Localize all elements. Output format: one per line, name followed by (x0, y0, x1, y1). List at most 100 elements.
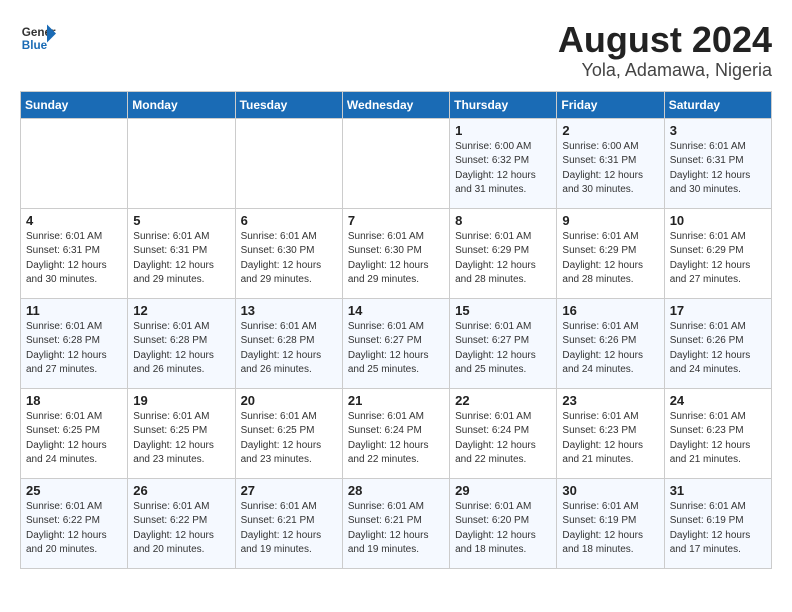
weekday-header-monday: Monday (128, 91, 235, 118)
day-info: Sunrise: 6:01 AM Sunset: 6:31 PM Dayligh… (133, 230, 229, 288)
calendar-cell: 23Sunrise: 6:01 AM Sunset: 6:23 PM Dayli… (557, 388, 664, 478)
calendar-cell: 24 Sunrise: 6:01 AM Sunset: 6:23 PM Dayli… (664, 388, 771, 478)
calendar-cell: 29 Sunrise: 6:01 AM Sunset: 6:20 PM Dayli… (450, 478, 557, 568)
calendar-cell: 25 Sunrise: 6:01 AM Sunset: 6:22 PM Dayli… (21, 478, 128, 568)
day-info: Sunrise: 6:01 AM Sunset: 6:21 PM Dayligh… (241, 500, 337, 558)
calendar-cell: 20 Sunrise: 6:01 AM Sunset: 6:25 PM Dayli… (235, 388, 342, 478)
calendar-week-2: 4Sunrise: 6:01 AM Sunset: 6:31 PM Daylig… (21, 208, 772, 298)
page-title: August 2024 (558, 20, 772, 60)
day-number: 19 (133, 393, 229, 408)
calendar-cell: 1 Sunrise: 6:00 AM Sunset: 6:32 PM Daylig… (450, 118, 557, 208)
day-number: 13 (241, 303, 337, 318)
day-number: 11 (26, 303, 122, 318)
page-header: General Blue August 2024 Yola, Adamawa, … (20, 20, 772, 81)
calendar-cell: 2Sunrise: 6:00 AM Sunset: 6:31 PM Daylig… (557, 118, 664, 208)
weekday-header-row: SundayMondayTuesdayWednesdayThursdayFrid… (21, 91, 772, 118)
weekday-header-thursday: Thursday (450, 91, 557, 118)
day-info: Sunrise: 6:01 AM Sunset: 6:25 PM Dayligh… (241, 410, 337, 468)
day-info: Sunrise: 6:01 AM Sunset: 6:30 PM Dayligh… (348, 230, 444, 288)
calendar-cell: 28 Sunrise: 6:01 AM Sunset: 6:21 PM Dayli… (342, 478, 449, 568)
day-number: 3 (670, 123, 766, 138)
day-number: 2 (562, 123, 658, 138)
day-number: 25 (26, 483, 122, 498)
logo: General Blue (20, 20, 56, 56)
calendar-cell: 19 Sunrise: 6:01 AM Sunset: 6:25 PM Dayli… (128, 388, 235, 478)
calendar-cell: 21 Sunrise: 6:01 AM Sunset: 6:24 PM Dayli… (342, 388, 449, 478)
day-number: 24 (670, 393, 766, 408)
weekday-header-friday: Friday (557, 91, 664, 118)
day-info: Sunrise: 6:01 AM Sunset: 6:27 PM Dayligh… (348, 320, 444, 378)
day-info: Sunrise: 6:01 AM Sunset: 6:29 PM Dayligh… (455, 230, 551, 288)
calendar-cell: 4Sunrise: 6:01 AM Sunset: 6:31 PM Daylig… (21, 208, 128, 298)
day-number: 12 (133, 303, 229, 318)
day-number: 26 (133, 483, 229, 498)
day-number: 21 (348, 393, 444, 408)
day-number: 10 (670, 213, 766, 228)
day-number: 15 (455, 303, 551, 318)
calendar-cell (235, 118, 342, 208)
calendar-cell: 3Sunrise: 6:01 AM Sunset: 6:31 PM Daylig… (664, 118, 771, 208)
calendar-cell: 9 Sunrise: 6:01 AM Sunset: 6:29 PM Daylig… (557, 208, 664, 298)
day-number: 1 (455, 123, 551, 138)
day-number: 6 (241, 213, 337, 228)
day-number: 30 (562, 483, 658, 498)
day-number: 5 (133, 213, 229, 228)
day-info: Sunrise: 6:01 AM Sunset: 6:21 PM Dayligh… (348, 500, 444, 558)
day-info: Sunrise: 6:01 AM Sunset: 6:28 PM Dayligh… (241, 320, 337, 378)
calendar-cell: 12 Sunrise: 6:01 AM Sunset: 6:28 PM Dayli… (128, 298, 235, 388)
day-info: Sunrise: 6:01 AM Sunset: 6:31 PM Dayligh… (26, 230, 122, 288)
calendar-cell: 7 Sunrise: 6:01 AM Sunset: 6:30 PM Daylig… (342, 208, 449, 298)
calendar-cell (342, 118, 449, 208)
calendar-table: SundayMondayTuesdayWednesdayThursdayFrid… (20, 91, 772, 569)
day-info: Sunrise: 6:01 AM Sunset: 6:23 PM Dayligh… (670, 410, 766, 468)
calendar-cell: 15Sunrise: 6:01 AM Sunset: 6:27 PM Dayli… (450, 298, 557, 388)
day-info: Sunrise: 6:01 AM Sunset: 6:20 PM Dayligh… (455, 500, 551, 558)
weekday-header-wednesday: Wednesday (342, 91, 449, 118)
day-number: 8 (455, 213, 551, 228)
day-info: Sunrise: 6:01 AM Sunset: 6:29 PM Dayligh… (562, 230, 658, 288)
calendar-cell: 26Sunrise: 6:01 AM Sunset: 6:22 PM Dayli… (128, 478, 235, 568)
svg-text:Blue: Blue (22, 39, 48, 52)
day-info: Sunrise: 6:01 AM Sunset: 6:22 PM Dayligh… (26, 500, 122, 558)
calendar-cell: 18Sunrise: 6:01 AM Sunset: 6:25 PM Dayli… (21, 388, 128, 478)
weekday-header-saturday: Saturday (664, 91, 771, 118)
calendar-cell: 30 Sunrise: 6:01 AM Sunset: 6:19 PM Dayli… (557, 478, 664, 568)
day-number: 7 (348, 213, 444, 228)
calendar-body: 1 Sunrise: 6:00 AM Sunset: 6:32 PM Daylig… (21, 118, 772, 568)
day-number: 9 (562, 213, 658, 228)
calendar-cell: 6Sunrise: 6:01 AM Sunset: 6:30 PM Daylig… (235, 208, 342, 298)
calendar-cell (21, 118, 128, 208)
weekday-header-sunday: Sunday (21, 91, 128, 118)
logo-icon: General Blue (20, 20, 56, 56)
day-number: 28 (348, 483, 444, 498)
calendar-cell: 10Sunrise: 6:01 AM Sunset: 6:29 PM Dayli… (664, 208, 771, 298)
day-info: Sunrise: 6:01 AM Sunset: 6:26 PM Dayligh… (562, 320, 658, 378)
day-number: 23 (562, 393, 658, 408)
day-info: Sunrise: 6:01 AM Sunset: 6:19 PM Dayligh… (670, 500, 766, 558)
day-info: Sunrise: 6:01 AM Sunset: 6:24 PM Dayligh… (348, 410, 444, 468)
calendar-cell: 11Sunrise: 6:01 AM Sunset: 6:28 PM Dayli… (21, 298, 128, 388)
day-info: Sunrise: 6:01 AM Sunset: 6:28 PM Dayligh… (133, 320, 229, 378)
calendar-cell: 13 Sunrise: 6:01 AM Sunset: 6:28 PM Dayli… (235, 298, 342, 388)
day-number: 20 (241, 393, 337, 408)
day-info: Sunrise: 6:00 AM Sunset: 6:32 PM Dayligh… (455, 140, 551, 198)
day-number: 16 (562, 303, 658, 318)
calendar-cell: 27 Sunrise: 6:01 AM Sunset: 6:21 PM Dayli… (235, 478, 342, 568)
day-number: 27 (241, 483, 337, 498)
calendar-week-3: 11 Sunrise: 6:01 AM Sunset: 6:28 PM Dayli… (21, 298, 772, 388)
day-number: 17 (670, 303, 766, 318)
calendar-cell (128, 118, 235, 208)
title-block: August 2024 Yola, Adamawa, Nigeria (558, 20, 772, 81)
calendar-cell: 31Sunrise: 6:01 AM Sunset: 6:19 PM Dayli… (664, 478, 771, 568)
calendar-week-1: 1 Sunrise: 6:00 AM Sunset: 6:32 PM Daylig… (21, 118, 772, 208)
day-info: Sunrise: 6:01 AM Sunset: 6:26 PM Dayligh… (670, 320, 766, 378)
calendar-cell: 8 Sunrise: 6:01 AM Sunset: 6:29 PM Daylig… (450, 208, 557, 298)
calendar-cell: 16 Sunrise: 6:01 AM Sunset: 6:26 PM Dayli… (557, 298, 664, 388)
day-info: Sunrise: 6:01 AM Sunset: 6:25 PM Dayligh… (133, 410, 229, 468)
calendar-cell: 14Sunrise: 6:01 AM Sunset: 6:27 PM Dayli… (342, 298, 449, 388)
day-number: 29 (455, 483, 551, 498)
page-subtitle: Yola, Adamawa, Nigeria (558, 60, 772, 81)
weekday-header-tuesday: Tuesday (235, 91, 342, 118)
day-number: 18 (26, 393, 122, 408)
day-info: Sunrise: 6:01 AM Sunset: 6:19 PM Dayligh… (562, 500, 658, 558)
